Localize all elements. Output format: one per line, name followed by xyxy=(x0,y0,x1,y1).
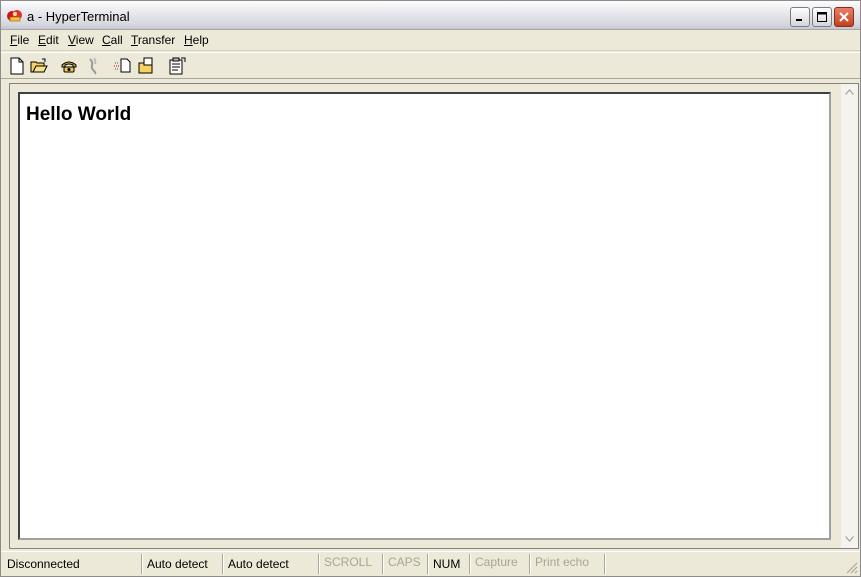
vertical-scrollbar[interactable] xyxy=(841,84,858,548)
minimize-icon xyxy=(796,19,802,21)
terminal-screen[interactable]: Hello World xyxy=(18,92,831,540)
hyperterminal-window: a - HyperTerminal File Edit View Call Tr… xyxy=(0,0,861,577)
status-separator xyxy=(318,554,320,574)
terminal-container: Hello World xyxy=(9,83,859,549)
call-icon[interactable] xyxy=(59,56,79,76)
maximize-icon xyxy=(817,12,827,22)
scroll-down-arrow-icon xyxy=(845,536,854,542)
status-connection: Disconnected xyxy=(7,557,80,571)
status-scroll: SCROLL xyxy=(324,555,373,569)
scroll-up-arrow-icon xyxy=(845,89,854,95)
status-separator xyxy=(469,554,471,574)
status-port-settings: Auto detect xyxy=(228,557,289,571)
status-separator xyxy=(427,554,429,574)
status-capture: Capture xyxy=(475,555,518,569)
toolbar xyxy=(1,52,860,79)
status-separator xyxy=(604,554,606,574)
send-icon[interactable] xyxy=(113,56,133,76)
menu-bar: File Edit View Call Transfer Help xyxy=(1,30,860,51)
receive-icon[interactable] xyxy=(137,56,157,76)
menu-view[interactable]: View xyxy=(68,33,94,47)
open-icon[interactable] xyxy=(29,56,49,76)
status-num: NUM xyxy=(433,557,461,571)
status-separator xyxy=(141,554,143,574)
close-icon xyxy=(839,12,849,22)
scroll-up-button[interactable] xyxy=(841,84,858,101)
menu-file[interactable]: File xyxy=(10,33,29,47)
menu-edit[interactable]: Edit xyxy=(38,33,59,47)
minimize-button[interactable] xyxy=(790,7,810,27)
new-icon[interactable] xyxy=(7,56,27,76)
title-bar[interactable]: a - HyperTerminal xyxy=(1,1,860,30)
status-separator xyxy=(222,554,224,574)
scroll-down-button[interactable] xyxy=(841,531,858,548)
hyperterminal-app-icon[interactable] xyxy=(6,8,23,23)
status-emulation: Auto detect xyxy=(147,557,208,571)
status-separator xyxy=(382,554,384,574)
resize-grip-icon[interactable] xyxy=(846,562,858,574)
status-caps: CAPS xyxy=(388,555,421,569)
menu-help[interactable]: Help xyxy=(184,33,209,47)
menu-transfer[interactable]: Transfer xyxy=(131,33,175,47)
window-title: a - HyperTerminal xyxy=(27,9,130,24)
maximize-button[interactable] xyxy=(812,7,832,27)
status-separator xyxy=(529,554,531,574)
status-bar: Disconnected Auto detect Auto detect SCR… xyxy=(1,551,860,576)
menu-call[interactable]: Call xyxy=(102,33,123,47)
close-button[interactable] xyxy=(834,7,854,27)
terminal-output: Hello World xyxy=(26,104,132,125)
properties-icon[interactable] xyxy=(167,56,187,76)
disconnect-icon[interactable] xyxy=(83,56,103,76)
status-print-echo: Print echo xyxy=(535,555,590,569)
